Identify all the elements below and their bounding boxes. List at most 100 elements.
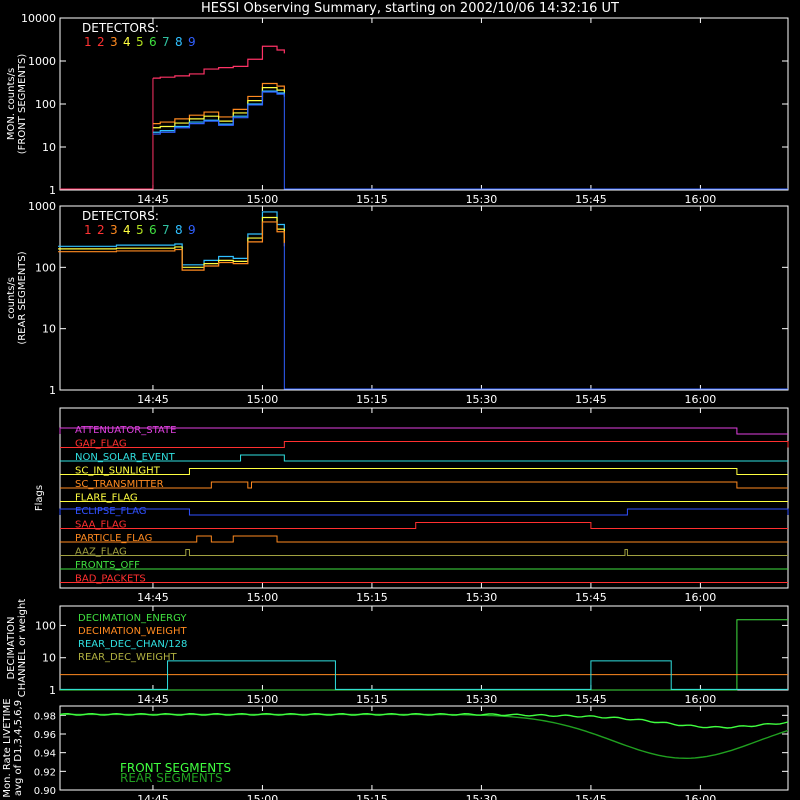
front-y-label-line2: (FRONT SEGMENTS) bbox=[17, 54, 28, 155]
decimation-y-tick-label: 1 bbox=[49, 684, 56, 697]
decimation-x-tick-label: 15:45 bbox=[575, 693, 607, 706]
rear-x-tick-label: 15:00 bbox=[247, 393, 279, 406]
livetime-x-tick-label: 16:00 bbox=[685, 793, 717, 800]
rear-fall-line bbox=[283, 242, 788, 390]
livetime-y-label: Mon. Rate LIVETIME avg of D1,3,4,5,6,9 bbox=[2, 698, 24, 797]
rear-legend-entry: 8 bbox=[175, 223, 183, 237]
decimation-legend-entry: DECIMATION_ENERGY bbox=[78, 613, 187, 624]
flags-y-label: Flags bbox=[34, 485, 45, 511]
front-x-tick-label: 15:15 bbox=[356, 193, 388, 206]
flags-x-tick-label: 16:00 bbox=[685, 591, 717, 604]
livetime-y-tick-label: 0.94 bbox=[34, 749, 56, 760]
decimation-x-tick-label: 15:15 bbox=[356, 693, 388, 706]
decimation-x-tick-label: 15:00 bbox=[247, 693, 279, 706]
decimation-y-label: DECIMATION CHANNEL or weight bbox=[6, 599, 28, 698]
rear-legend-entry: 5 bbox=[136, 223, 144, 237]
flags-x-tick-label: 15:45 bbox=[575, 591, 607, 604]
flags-x-tick-label: 15:15 bbox=[356, 591, 388, 604]
decimation-x-tick-label: 15:30 bbox=[466, 693, 498, 706]
livetime-y-tick-label: 0.90 bbox=[34, 786, 56, 797]
front-legend-entry: 4 bbox=[123, 35, 131, 49]
rear-y-tick-label: 1 bbox=[49, 384, 56, 397]
hessi-summary-page: HESSI Observing Summary, starting on 200… bbox=[0, 0, 800, 800]
flag-line bbox=[60, 522, 788, 529]
rear-legend-entry: 2 bbox=[97, 223, 105, 237]
front-x-tick-label: 16:00 bbox=[685, 193, 717, 206]
front-legend-entry: 9 bbox=[188, 35, 196, 49]
flag-label: GAP_FLAG bbox=[75, 439, 127, 450]
livetime-y-tick-label: 0.96 bbox=[34, 730, 56, 741]
front-legend-entry: 7 bbox=[162, 35, 170, 49]
flag-line bbox=[59, 508, 789, 516]
livetime-x-tick-label: 15:15 bbox=[356, 793, 388, 800]
decimation-y-tick-label: 10 bbox=[42, 652, 56, 665]
front-legend-title: DETECTORS: bbox=[82, 21, 159, 35]
decimation-y-label-line1: DECIMATION bbox=[6, 616, 17, 679]
front-x-tick-label: 14:45 bbox=[137, 193, 169, 206]
summary-figure: HESSI Observing Summary, starting on 200… bbox=[2, 1, 789, 800]
front-legend-entry: 5 bbox=[136, 35, 144, 49]
flag-label: SAA_FLAG bbox=[75, 520, 126, 531]
front-legend-entry: 2 bbox=[97, 35, 105, 49]
flag-line bbox=[60, 535, 788, 543]
rear-x-tick-label: 15:45 bbox=[575, 393, 607, 406]
rear-legend-entry: 4 bbox=[123, 223, 131, 237]
decimation-legend-entry: REAR_DEC_CHAN/128 bbox=[78, 639, 187, 650]
front-x-tick-label: 15:00 bbox=[247, 193, 279, 206]
rear-legend-entry: 9 bbox=[188, 223, 196, 237]
decimation-x-tick-label: 14:45 bbox=[137, 693, 169, 706]
front-y-label: MON. counts/s (FRONT SEGMENTS) bbox=[6, 54, 28, 155]
front-legend-entry: 1 bbox=[84, 35, 92, 49]
decimation-y-label-line2: CHANNEL or weight bbox=[17, 599, 28, 698]
rear-x-tick-label: 15:30 bbox=[466, 393, 498, 406]
flags-x-tick-label: 15:30 bbox=[466, 591, 498, 604]
livetime-x-tick-label: 15:30 bbox=[466, 793, 498, 800]
flag-label: SC_IN_SUNLIGHT bbox=[75, 466, 161, 477]
front-x-tick-label: 15:45 bbox=[575, 193, 607, 206]
flag-label: ECLIPSE_FLAG bbox=[75, 506, 146, 517]
flag-label: BAD_PACKETS bbox=[75, 574, 146, 585]
front-y-tick-label: 100 bbox=[35, 98, 56, 111]
rear-y-label-line2: (REAR SEGMENTS) bbox=[17, 251, 28, 344]
decimation-legend-entry: DECIMATION_WEIGHT bbox=[78, 626, 187, 637]
flag-label: NON_SOLAR_EVENT bbox=[75, 452, 176, 463]
flag-label: ATTENUATOR_STATE bbox=[75, 425, 176, 436]
flag-label: AAZ_FLAG bbox=[75, 547, 127, 558]
rear-y-tick-label: 100 bbox=[35, 261, 56, 274]
flags-x-tick-label: 14:45 bbox=[137, 591, 169, 604]
front-y-tick-label: 10000 bbox=[21, 12, 56, 25]
front-segments-line bbox=[59, 712, 789, 729]
flag-label: FRONTS_OFF bbox=[75, 560, 140, 571]
front-series-line bbox=[152, 45, 285, 79]
livetime-x-tick-label: 15:00 bbox=[247, 793, 279, 800]
rear-legend-entry: 3 bbox=[110, 223, 118, 237]
rear-segments-line bbox=[60, 713, 789, 760]
flag-line bbox=[60, 481, 788, 489]
livetime-legend-entry: REAR SEGMENTS bbox=[120, 771, 223, 785]
front-y-tick-label: 1 bbox=[49, 184, 56, 197]
front-legend-entry: 3 bbox=[110, 35, 118, 49]
flag-line bbox=[60, 549, 788, 556]
front-fall-line bbox=[283, 97, 788, 190]
front-legend-entry: 6 bbox=[149, 35, 157, 49]
rear-x-tick-label: 15:15 bbox=[356, 393, 388, 406]
rear-y-label: counts/s (REAR SEGMENTS) bbox=[6, 251, 28, 344]
rear-y-label-line1: counts/s bbox=[6, 277, 17, 319]
flag-label: PARTICLE_FLAG bbox=[75, 533, 152, 544]
rear-y-tick-label: 10 bbox=[42, 323, 56, 336]
rear-legend-entry: 1 bbox=[84, 223, 92, 237]
rear-y-tick-label: 1000 bbox=[28, 200, 56, 213]
front-y-tick-label: 10 bbox=[42, 141, 56, 154]
livetime-x-tick-label: 15:45 bbox=[575, 793, 607, 800]
livetime-y-label-line1: Mon. Rate LIVETIME bbox=[2, 698, 13, 797]
rear-legend-entry: 7 bbox=[162, 223, 170, 237]
livetime-y-tick-label: 0.98 bbox=[34, 711, 56, 722]
livetime-y-tick-label: 0.92 bbox=[34, 767, 56, 778]
livetime-x-tick-label: 14:45 bbox=[137, 793, 169, 800]
rear-x-tick-label: 14:45 bbox=[137, 393, 169, 406]
flag-label: SC_TRANSMITTER bbox=[75, 479, 164, 490]
rear-legend-entry: 6 bbox=[149, 223, 157, 237]
flag-line bbox=[60, 441, 789, 448]
flag-label: FLARE_FLAG bbox=[75, 493, 138, 504]
rear-x-tick-label: 16:00 bbox=[685, 393, 717, 406]
